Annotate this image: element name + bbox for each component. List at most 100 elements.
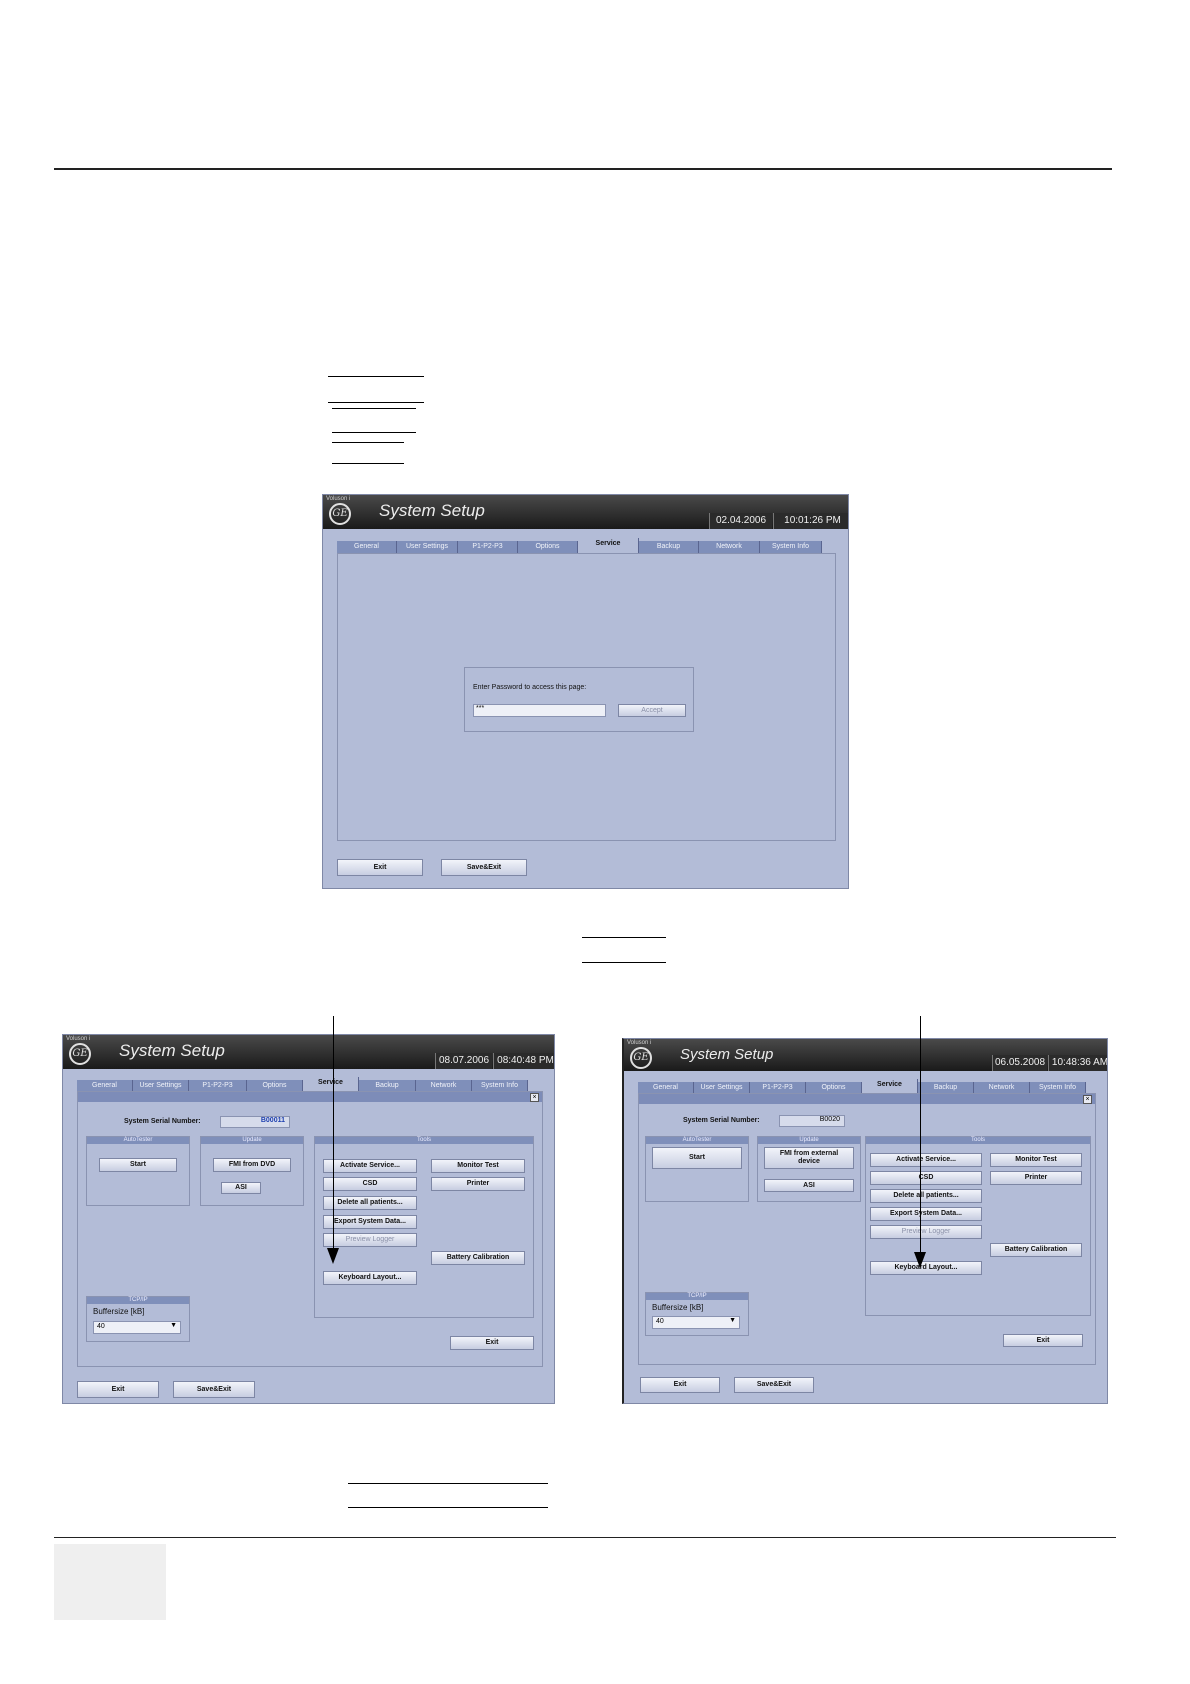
- buffersize-label: Buffersize [kB]: [652, 1303, 704, 1312]
- tab-network[interactable]: Network: [699, 541, 760, 553]
- buffersize-select[interactable]: 40 ▼: [652, 1316, 740, 1329]
- activate-service-button[interactable]: Activate Service...: [323, 1159, 417, 1173]
- export-system-data-button[interactable]: Export System Data...: [323, 1215, 417, 1229]
- autotester-header: AutoTester: [646, 1137, 748, 1144]
- tab-user-settings[interactable]: User Settings: [397, 541, 458, 553]
- preview-logger-button[interactable]: Preview Logger: [870, 1225, 982, 1239]
- close-icon[interactable]: ×: [1083, 1095, 1092, 1104]
- battery-calibration-button[interactable]: Battery Calibration: [431, 1251, 525, 1265]
- inner-exit-button[interactable]: Exit: [1003, 1334, 1083, 1347]
- csd-button[interactable]: CSD: [870, 1171, 982, 1185]
- activate-service-button[interactable]: Activate Service...: [870, 1153, 982, 1167]
- panel-header-bar: [639, 1094, 1095, 1104]
- password-prompt: Enter Password to access this page:: [473, 684, 587, 691]
- time-display: 08:40:48 PM: [493, 1053, 554, 1069]
- system-setup-window-service-right: Voluson i GE System Setup 06.05.2008 10:…: [622, 1038, 1108, 1404]
- serial-number-label: System Serial Number:: [124, 1118, 201, 1125]
- monitor-test-button[interactable]: Monitor Test: [990, 1153, 1082, 1167]
- buffersize-label: Buffersize [kB]: [93, 1307, 145, 1316]
- text-underline: [332, 408, 416, 409]
- save-exit-button[interactable]: Save&Exit: [173, 1381, 255, 1398]
- preview-logger-button[interactable]: Preview Logger: [323, 1233, 417, 1247]
- asi-button[interactable]: ASI: [221, 1182, 261, 1194]
- keyboard-layout-button[interactable]: Keyboard Layout...: [323, 1271, 417, 1285]
- asi-button[interactable]: ASI: [764, 1179, 854, 1192]
- delete-patients-button[interactable]: Delete all patients...: [870, 1189, 982, 1203]
- panel-header-bar: [78, 1092, 542, 1102]
- export-system-data-button[interactable]: Export System Data...: [870, 1207, 982, 1221]
- service-panel: × System Serial Number: B00011 AutoTeste…: [77, 1091, 543, 1367]
- text-underline: [332, 432, 416, 433]
- serial-number-label: System Serial Number:: [683, 1117, 760, 1124]
- exit-button[interactable]: Exit: [77, 1381, 159, 1398]
- tools-header: Tools: [315, 1137, 533, 1144]
- serial-number-field: B00011: [220, 1116, 290, 1128]
- tab-service[interactable]: Service: [303, 1077, 359, 1092]
- save-exit-button[interactable]: Save&Exit: [734, 1377, 814, 1393]
- autotester-header: AutoTester: [87, 1137, 189, 1144]
- buffersize-select[interactable]: 40 ▼: [93, 1321, 181, 1334]
- close-icon[interactable]: ×: [530, 1093, 539, 1102]
- password-input[interactable]: ***: [473, 704, 606, 717]
- ge-logo-icon: GE: [69, 1043, 91, 1065]
- text-underline: [328, 376, 424, 377]
- inner-exit-button[interactable]: Exit: [450, 1336, 534, 1350]
- monitor-test-button[interactable]: Monitor Test: [431, 1159, 525, 1173]
- accept-button[interactable]: Accept: [618, 704, 686, 717]
- tab-p1-p2-p3[interactable]: P1-P2-P3: [458, 541, 518, 553]
- tools-header: Tools: [866, 1137, 1090, 1144]
- header-rule: [54, 168, 1112, 170]
- tcpip-header: TCP/IP: [87, 1297, 189, 1304]
- buffersize-value: 40: [97, 1323, 105, 1330]
- brand-label: Voluson i: [66, 1036, 91, 1042]
- service-panel: × System Serial Number: B0020 AutoTester…: [638, 1093, 1096, 1365]
- tab-backup[interactable]: Backup: [639, 541, 699, 553]
- autotester-group: AutoTester Start: [86, 1136, 190, 1206]
- date-display: 02.04.2006: [709, 513, 772, 529]
- text-underline: [348, 1507, 548, 1508]
- printer-button[interactable]: Printer: [990, 1171, 1082, 1185]
- delete-patients-button[interactable]: Delete all patients...: [323, 1196, 417, 1210]
- window-title: System Setup: [119, 1041, 225, 1060]
- pointer-arrow-right-head: [914, 1252, 926, 1268]
- start-button[interactable]: Start: [99, 1158, 177, 1172]
- tcpip-group: TCP/IP Buffersize [kB] 40 ▼: [86, 1296, 190, 1342]
- tab-service[interactable]: Service: [578, 538, 639, 553]
- tab-general[interactable]: General: [337, 541, 397, 553]
- time-display: 10:48:36 AM: [1048, 1055, 1107, 1071]
- password-dialog: Enter Password to access this page: *** …: [464, 667, 694, 732]
- buffersize-value: 40: [656, 1318, 664, 1325]
- update-group: Update FMI from external device ASI: [757, 1136, 861, 1202]
- date-display: 08.07.2006: [435, 1053, 492, 1069]
- fmi-button[interactable]: FMI from DVD: [213, 1158, 291, 1172]
- pointer-arrow-right-line: [920, 1016, 921, 1254]
- ge-logo-icon: GE: [630, 1047, 652, 1069]
- printer-button[interactable]: Printer: [431, 1177, 525, 1191]
- title-bar: Voluson i GE System Setup 08.07.2006 08:…: [63, 1035, 554, 1069]
- time-display: 10:01:26 PM: [773, 513, 848, 529]
- update-header: Update: [201, 1137, 303, 1144]
- save-exit-button[interactable]: Save&Exit: [441, 859, 527, 876]
- tab-service[interactable]: Service: [862, 1079, 918, 1094]
- exit-button[interactable]: Exit: [337, 859, 423, 876]
- battery-calibration-button[interactable]: Battery Calibration: [990, 1243, 1082, 1257]
- csd-button[interactable]: CSD: [323, 1177, 417, 1191]
- autotester-group: AutoTester Start: [645, 1136, 749, 1202]
- text-underline: [332, 442, 404, 443]
- update-header: Update: [758, 1137, 860, 1144]
- pointer-arrow-left-head: [327, 1248, 339, 1264]
- keyboard-layout-button[interactable]: Keyboard Layout...: [870, 1261, 982, 1275]
- serial-number-field: B0020: [779, 1115, 845, 1127]
- chevron-down-icon: ▼: [170, 1322, 177, 1329]
- tcpip-group: TCP/IP Buffersize [kB] 40 ▼: [645, 1292, 749, 1336]
- tab-bar: General User Settings P1-P2-P3 Options S…: [337, 538, 834, 553]
- tab-options[interactable]: Options: [518, 541, 578, 553]
- start-button[interactable]: Start: [652, 1147, 742, 1169]
- exit-button[interactable]: Exit: [640, 1377, 720, 1393]
- window-title: System Setup: [379, 501, 485, 520]
- date-display: 06.05.2008: [992, 1055, 1047, 1071]
- text-underline: [582, 937, 666, 938]
- pointer-arrow-left-line: [333, 1016, 334, 1250]
- tab-system-info[interactable]: System Info: [760, 541, 822, 553]
- fmi-button[interactable]: FMI from external device: [764, 1147, 854, 1169]
